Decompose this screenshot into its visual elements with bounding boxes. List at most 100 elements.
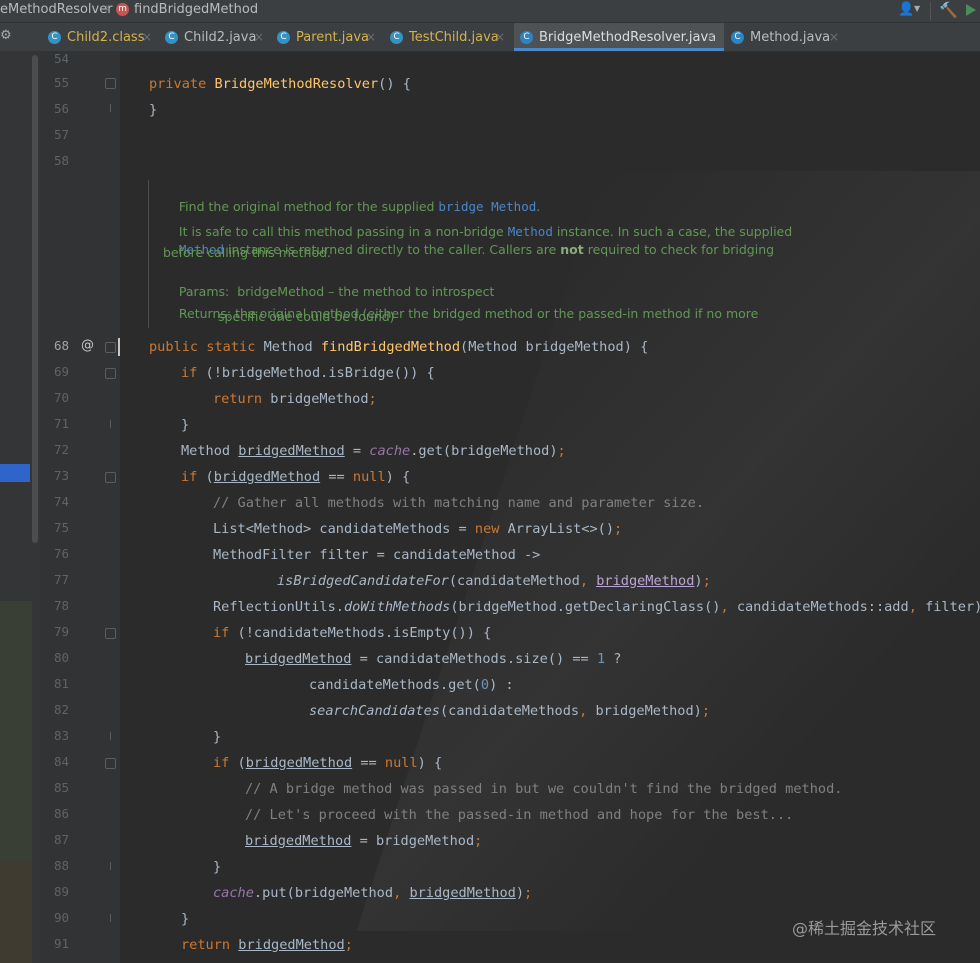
fold-icon[interactable] [105,758,116,769]
close-icon[interactable]: × [495,30,505,44]
code-token: ) { [417,755,443,771]
line-number: 76 [53,546,69,561]
tab-label: TestChild.java [409,30,499,45]
project-scrollbar[interactable] [32,55,38,543]
hammer-icon[interactable]: 🔨 [939,1,958,19]
code-line[interactable]: return bridgedMethod; [181,936,353,954]
line-number: 72 [53,442,69,457]
fold-icon[interactable] [105,628,116,639]
code-line[interactable]: bridgedMethod = bridgeMethod; [245,832,482,850]
code-line[interactable]: ReflectionUtils.doWithMethods(bridgeMeth… [213,598,980,616]
fold-icon[interactable] [105,472,116,483]
code-line[interactable]: } [213,858,221,876]
class-icon: C [48,31,61,44]
fold-end-icon[interactable] [110,732,111,740]
tab-method-java[interactable]: C Method.java × [731,23,843,51]
close-icon[interactable]: × [366,30,376,44]
code-line[interactable]: if (bridgedMethod == null) { [181,468,410,486]
line-number: 74 [53,494,69,509]
line-number: 88 [53,858,69,873]
run-icon[interactable] [966,4,976,16]
code-token: searchCandidates [309,703,440,719]
javadoc-block: Find the original method for the supplie… [148,180,792,328]
code-line[interactable]: if (!candidateMethods.isEmpty()) { [213,624,491,642]
fold-end-icon[interactable] [110,420,111,428]
toolbar-divider [930,2,931,20]
code-line[interactable]: return bridgeMethod; [213,390,377,408]
code-line[interactable]: candidateMethods.get(0) : [309,676,514,694]
tab-child2-class[interactable]: C Child2.class × [48,23,152,51]
fold-end-icon[interactable] [110,914,111,922]
code-token: filter) [925,599,980,615]
code-line[interactable]: if (bridgedMethod == null) { [213,754,442,772]
fold-end-icon[interactable] [110,862,111,870]
user-icon[interactable]: 👤 [898,2,914,17]
code-token: null [384,755,418,771]
line-number: 68 [53,338,69,353]
code-line[interactable]: // Gather all methods with matching name… [213,494,704,512]
code-line[interactable]: } [181,910,189,928]
code-line[interactable]: // A bridge method was passed in but we … [245,780,842,798]
tab-label: Method.java [750,30,831,45]
tab-testchild-java[interactable]: C TestChild.java × [390,23,508,51]
tab-bridgemethodresolver-java[interactable]: C BridgeMethodResolver.java × [514,23,724,51]
code-token: new [474,521,500,537]
code-token: = bridgeMethod [351,833,475,849]
code-line[interactable]: } [213,728,221,746]
code-token: ; [368,391,377,407]
code-line[interactable]: List<Method> candidateMethods = new Arra… [213,520,622,538]
code-line[interactable]: } [149,101,157,119]
tab-child2-java[interactable]: C Child2.java × [165,23,265,51]
breadcrumb-method[interactable]: findBridgedMethod [134,2,258,17]
fold-icon[interactable] [105,368,116,379]
code-line[interactable]: } [181,416,189,434]
code-token: candidateMethods::add [736,599,909,615]
project-panel-background [0,861,32,963]
line-number: 83 [53,728,69,743]
gear-icon[interactable]: ⚙ [0,28,12,43]
project-selected-row[interactable] [0,464,30,482]
close-icon[interactable]: × [706,30,716,44]
class-icon: C [520,31,533,44]
code-line[interactable]: // Let's proceed with the passed-in meth… [245,806,793,824]
code-token: ; [344,937,353,953]
line-number: 80 [53,650,69,665]
code-token: if [181,365,198,381]
class-icon: C [731,31,744,44]
code-line[interactable]: MethodFilter filter = candidateMethod -> [213,546,540,564]
code-line[interactable]: public static Method findBridgedMethod(M… [149,338,648,356]
close-icon[interactable]: × [254,30,264,44]
close-icon[interactable]: × [142,30,152,44]
code-token: , [908,599,926,615]
line-number: 55 [53,75,69,90]
tab-parent-java[interactable]: C Parent.java × [277,23,379,51]
line-number: 85 [53,780,69,795]
navigation-bar: eMethodResolver › m findBridgedMethod 👤 … [0,0,980,23]
close-icon[interactable]: × [829,30,839,44]
tab-label: Child2.java [184,30,257,45]
line-number: 57 [53,127,69,142]
code-line[interactable]: if (!bridgeMethod.isBridge()) { [181,364,435,382]
code-token: ; [701,703,711,719]
code-token: bridgedMethod [409,885,516,901]
line-number: 71 [53,416,69,431]
code-line[interactable]: isBridgedCandidateFor(candidateMethod, b… [277,572,711,590]
code-line[interactable]: private BridgeMethodResolver() { [149,75,411,93]
fold-icon[interactable] [105,78,116,89]
code-line[interactable]: bridgedMethod = candidateMethods.size() … [245,650,622,668]
code-token: == [352,755,385,771]
fold-icon[interactable] [105,342,116,353]
override-marker-icon[interactable]: @ [81,338,94,353]
code-token: ? [605,651,622,667]
line-number: 86 [53,806,69,821]
code-line[interactable]: searchCandidates(candidateMethods, bridg… [309,702,710,720]
fold-end-icon[interactable] [110,104,111,112]
code-line[interactable]: Method bridgedMethod = cache.get(bridgeM… [181,442,566,460]
chevron-down-icon[interactable]: ▼ [914,4,920,13]
code-token: private [149,76,207,92]
code-token: bridgeMethod [262,391,369,407]
code-token: , [393,885,410,901]
code-line[interactable]: cache.put(bridgeMethod, bridgedMethod); [213,884,532,902]
breadcrumb-class[interactable]: eMethodResolver [0,2,113,17]
